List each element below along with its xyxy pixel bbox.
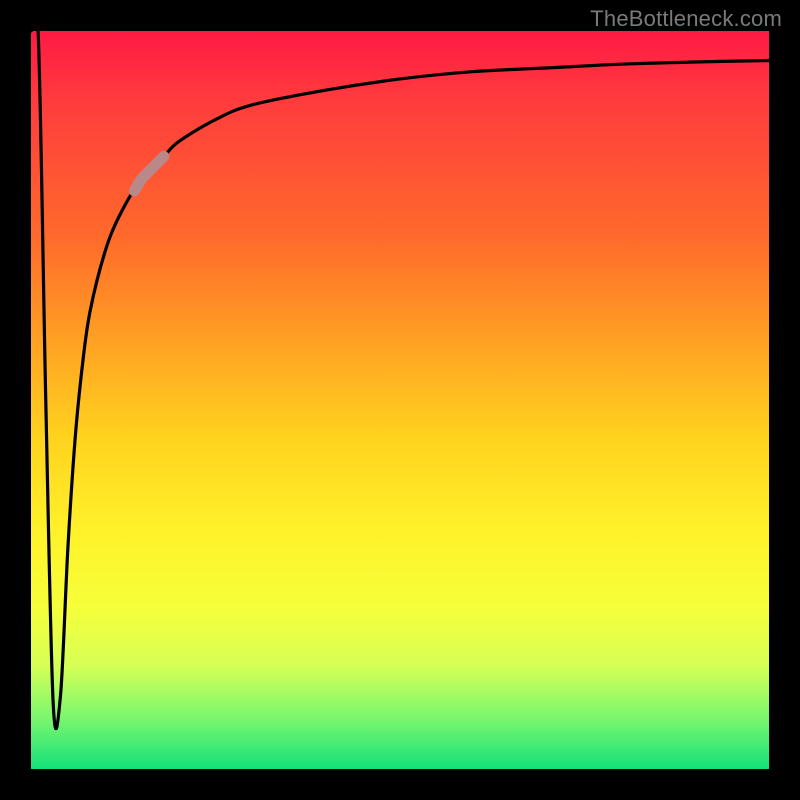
bottleneck-curve bbox=[31, 9, 769, 728]
chart-frame: TheBottleneck.com bbox=[0, 0, 800, 800]
highlight-segment bbox=[134, 156, 164, 190]
plot-area bbox=[31, 31, 769, 769]
watermark-text: TheBottleneck.com bbox=[590, 6, 782, 32]
curve-svg bbox=[31, 31, 769, 769]
curve-path bbox=[31, 9, 769, 728]
